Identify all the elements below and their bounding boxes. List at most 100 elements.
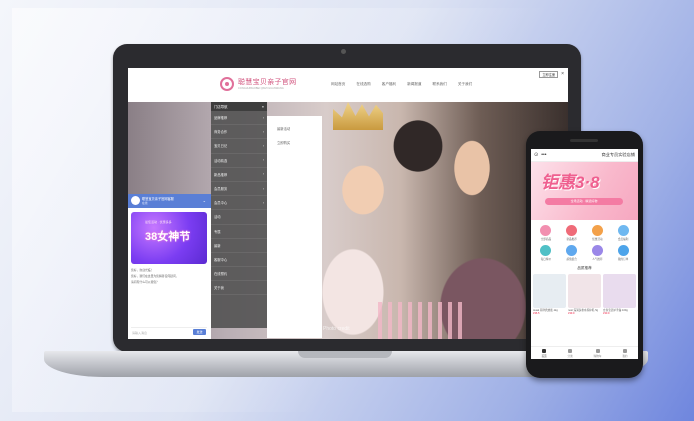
category-item[interactable]: 每日特价 bbox=[533, 245, 559, 261]
dropdown-item[interactable]: 品牌推荐 › bbox=[211, 111, 267, 126]
promo-scene: 聪慧宝贝亲子官网 CONGHUIBAOBEI QINZI GUANWANG 网站… bbox=[0, 0, 694, 421]
dropdown-item[interactable]: 在线预约 bbox=[211, 267, 267, 282]
dropdown-item-label: 客服中心 bbox=[214, 257, 228, 262]
category-icon bbox=[540, 225, 552, 236]
submenu-item[interactable]: 最新活动 bbox=[277, 126, 290, 131]
grid-icon bbox=[568, 348, 573, 353]
header-controls: 立即注册 × bbox=[539, 71, 564, 78]
category-icon bbox=[617, 225, 629, 236]
smartphone: ⊙ ••• 商业专员实验店铺 钜惠3·8 全场活动 · 精选好物 全部商品 新品… bbox=[526, 131, 643, 378]
category-label: 会员福利 bbox=[617, 238, 629, 241]
category-item[interactable]: 人气推荐 bbox=[585, 245, 611, 261]
cake-candles bbox=[378, 302, 468, 339]
chat-message: 请问有什么可以帮您？ bbox=[131, 280, 159, 284]
close-icon[interactable]: × bbox=[561, 72, 564, 77]
home-icon bbox=[542, 348, 547, 353]
photo-watermark: Photo credit bbox=[323, 326, 350, 332]
chevron-right-icon: › bbox=[262, 158, 264, 163]
dropdown-item[interactable]: 关于我 bbox=[211, 281, 267, 296]
product-list: Jesal 菲律宾蜂蜜·1kg ¥36.5 nest 深润多重水养护乳·5g ¥… bbox=[531, 271, 638, 318]
dropdown-item[interactable]: 专属 bbox=[211, 225, 267, 239]
dropdown-item[interactable]: 活动 bbox=[211, 210, 267, 225]
tab-home[interactable]: 首页 bbox=[541, 348, 547, 358]
promo-banner[interactable]: 钜惠3·8 全场活动 · 精选好物 bbox=[531, 162, 638, 220]
dropdown-header[interactable]: 门店导航 ≡ bbox=[211, 102, 267, 111]
laptop-notch bbox=[298, 351, 392, 358]
chat-status: 在线 bbox=[142, 201, 148, 205]
dropdown-item-label: 商务合作 bbox=[214, 130, 228, 135]
nav-item-about[interactable]: 关于我们 bbox=[458, 82, 472, 87]
bottom-tab-bar: 首页 分类 购物车 我的 bbox=[531, 346, 638, 359]
submenu-item[interactable]: 立即购买 bbox=[277, 140, 290, 145]
category-label: 每日特价 bbox=[540, 258, 552, 261]
product-price: ¥30.9 bbox=[603, 312, 610, 316]
chevron-right-icon: › bbox=[262, 115, 264, 120]
more-icon[interactable]: ••• bbox=[541, 152, 546, 158]
tab-profile[interactable]: 我的 bbox=[622, 348, 628, 358]
dropdown-item-label: 活动精选 bbox=[214, 158, 228, 163]
brand-subtitle: CONGHUIBAOBEI QINZI GUANWANG bbox=[238, 87, 284, 90]
dropdown-item-label: 宝贝日记 bbox=[214, 144, 228, 149]
product-price: ¥39.9 bbox=[568, 312, 575, 316]
menu-icon: ≡ bbox=[262, 104, 264, 109]
category-icon bbox=[591, 245, 603, 256]
target-icon[interactable]: ⊙ bbox=[534, 152, 538, 158]
dropdown-item[interactable]: 商务合作 › bbox=[211, 125, 267, 140]
banner-title: 38女神节 bbox=[145, 231, 191, 243]
nav-item-contact[interactable]: 联系我们 bbox=[433, 82, 447, 87]
product-card[interactable]: nest 深润多重水养护乳·5g ¥39.9 bbox=[568, 274, 601, 315]
dropdown-item[interactable]: 会员中心 › bbox=[211, 196, 267, 211]
chat-messages: 您好，欢迎光临！ 您好，我们在这里为您解答任何疑问， 请问有什么可以帮您？ bbox=[131, 268, 207, 286]
nav-item-news[interactable]: 新闻报道 bbox=[407, 82, 421, 87]
product-card[interactable]: 立赤宝贝护手霜·100g ¥30.9 bbox=[603, 274, 636, 315]
dropdown-item-label: 最新 bbox=[214, 243, 221, 248]
dropdown-item-label: 会员服务 bbox=[214, 187, 228, 192]
nav-item-home[interactable]: 网站首页 bbox=[331, 82, 345, 87]
dropdown-item-label: 会员中心 bbox=[214, 201, 228, 206]
category-item[interactable]: 我的订单 bbox=[610, 245, 636, 261]
dropdown-item[interactable]: 客服中心 bbox=[211, 253, 267, 268]
send-button[interactable]: 发送 bbox=[193, 329, 206, 335]
register-button[interactable]: 立即注册 bbox=[539, 71, 559, 78]
chevron-right-icon: › bbox=[262, 200, 264, 205]
tab-cart[interactable]: 购物车 bbox=[593, 348, 602, 358]
dropdown-item[interactable]: 最新 bbox=[211, 239, 267, 253]
tab-label: 购物车 bbox=[593, 354, 602, 358]
category-item[interactable]: 全部商品 bbox=[533, 225, 559, 241]
chevron-right-icon: › bbox=[262, 143, 264, 148]
dropdown-item[interactable]: 会员服务 › bbox=[211, 182, 267, 197]
category-item[interactable]: 优惠活动 bbox=[585, 225, 611, 241]
dropdown-item-label: 新品推荐 bbox=[214, 172, 228, 177]
dropdown-item[interactable]: 活动精选 › bbox=[211, 154, 267, 168]
webcam-icon bbox=[341, 49, 346, 54]
tab-category[interactable]: 分类 bbox=[568, 348, 573, 358]
womens-day-banner[interactable]: 最佳活动 · 优惠多多 38女神节 bbox=[131, 212, 207, 264]
category-label: 我的订单 bbox=[617, 258, 629, 261]
chevron-right-icon: › bbox=[262, 186, 264, 191]
category-item[interactable]: 超值组合 bbox=[559, 245, 585, 261]
chat-input[interactable]: 请输入消息 bbox=[132, 331, 147, 335]
chevron-down-icon[interactable]: ⌄ bbox=[203, 198, 208, 203]
chat-header[interactable]: 聪慧宝贝亲子官网客服 在线 ⌄ bbox=[128, 194, 211, 208]
nav-item-shop[interactable]: 在线选购 bbox=[356, 82, 370, 87]
product-image bbox=[533, 274, 566, 308]
brand-name: 聪慧宝贝亲子官网 bbox=[238, 79, 297, 86]
dropdown-submenu: 最新活动 立即购买 bbox=[267, 116, 322, 338]
nav-dropdown-menu: 门店导航 ≡ 品牌推荐 › 商务合作 › 宝贝日记 › 活动精选 › 新品推荐 › 会员服… bbox=[211, 102, 267, 328]
category-item[interactable]: 会员福利 bbox=[610, 225, 636, 241]
category-label: 优惠活动 bbox=[592, 238, 603, 241]
product-card[interactable]: Jesal 菲律宾蜂蜜·1kg ¥36.5 bbox=[533, 274, 566, 315]
dropdown-item-label: 在线预约 bbox=[214, 272, 228, 277]
category-item[interactable]: 新品推荐 bbox=[559, 225, 585, 241]
category-grid: 全部商品 新品推荐 优惠活动 会员福利 每日特价 超值组合 人气推荐 我的订单 bbox=[531, 220, 638, 263]
brand-logo-icon[interactable] bbox=[220, 77, 234, 91]
nav-item-benefits[interactable]: 客户福利 bbox=[382, 82, 396, 87]
dropdown-item[interactable]: 新品推荐 › bbox=[211, 168, 267, 182]
shop-title: 商业专员实验店铺 bbox=[601, 152, 635, 157]
dropdown-item[interactable]: 宝贝日记 › bbox=[211, 139, 267, 154]
chat-message: 您好，欢迎光临！ bbox=[131, 268, 154, 272]
banner-tagline: 最佳活动 · 优惠多多 bbox=[145, 220, 172, 224]
product-image bbox=[568, 274, 601, 308]
cart-icon bbox=[595, 348, 600, 353]
category-icon bbox=[540, 245, 552, 256]
